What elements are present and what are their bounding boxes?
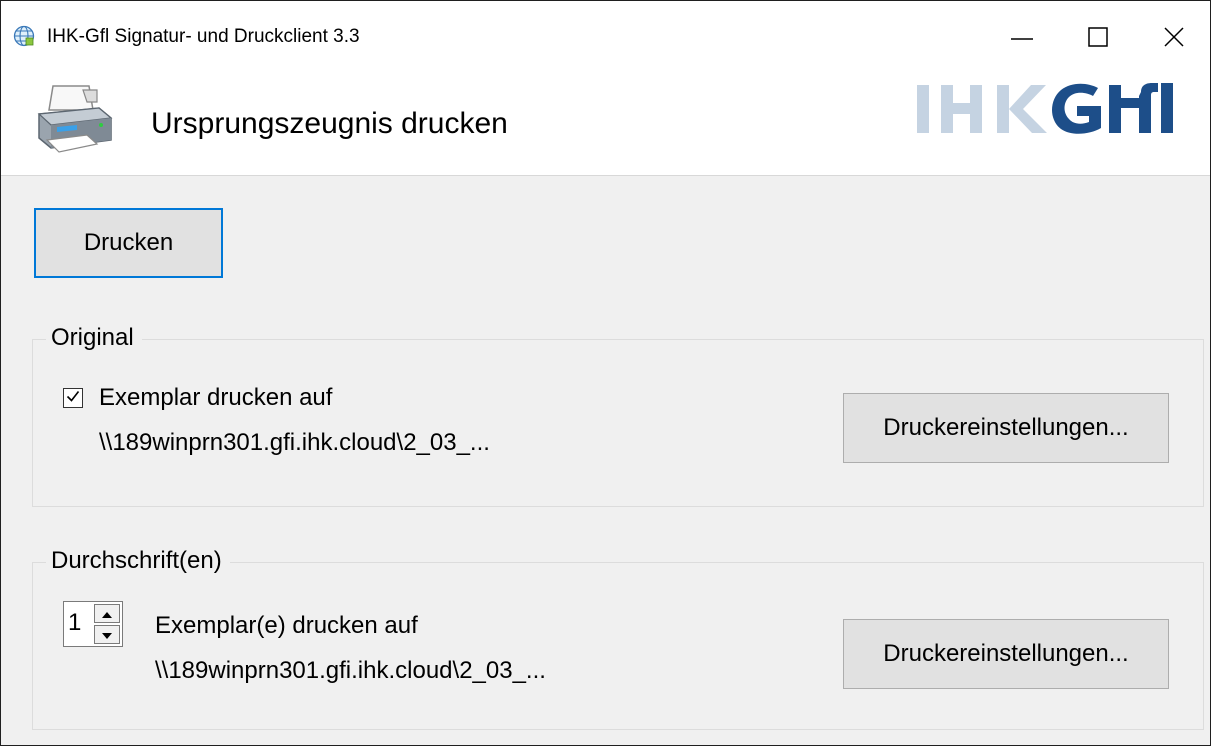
checkmark-icon — [65, 388, 81, 409]
close-icon — [1164, 27, 1184, 47]
original-printer-path: \\189winprn301.gfi.ihk.cloud\2_03_... — [99, 429, 490, 456]
arrow-down-icon — [102, 626, 112, 644]
dialog-header: Ursprungszeugnis drucken — [1, 76, 1210, 176]
title-bar[interactable]: IHK-Gfl Signatur- und Druckclient 3.3 — [1, 1, 1210, 76]
printer-icon — [31, 80, 115, 169]
arrow-up-icon — [102, 605, 112, 623]
copies-printer-path: \\189winprn301.gfi.ihk.cloud\2_03_... — [155, 657, 546, 684]
print-button[interactable]: Drucken — [34, 208, 223, 278]
maximize-button[interactable] — [1065, 13, 1131, 61]
window-title: IHK-Gfl Signatur- und Druckclient 3.3 — [47, 26, 360, 47]
copies-label: Exemplar(e) drucken auf — [155, 612, 418, 639]
original-checkbox[interactable] — [63, 388, 83, 408]
app-window: IHK-Gfl Signatur- und Druckclient 3.3 Ur… — [0, 0, 1211, 746]
stepper-up-button[interactable] — [94, 604, 120, 623]
globe-icon — [13, 25, 35, 47]
original-printer-settings-button[interactable]: Druckereinstellungen... — [843, 393, 1169, 463]
maximize-icon — [1088, 27, 1108, 47]
ihk-gfl-logo — [911, 78, 1186, 155]
copies-group-label: Durchschrift(en) — [46, 547, 230, 575]
stepper-down-button[interactable] — [94, 625, 120, 644]
copies-count-value[interactable]: 1 — [68, 609, 81, 637]
original-group-label: Original — [46, 324, 142, 352]
minimize-icon — [1011, 26, 1033, 48]
copies-count-stepper[interactable]: 1 — [63, 601, 123, 647]
close-button[interactable] — [1141, 13, 1207, 61]
minimize-button[interactable] — [989, 13, 1055, 61]
copies-printer-settings-button[interactable]: Druckereinstellungen... — [843, 619, 1169, 689]
page-title: Ursprungszeugnis drucken — [151, 107, 508, 140]
original-checkbox-label[interactable]: Exemplar drucken auf — [99, 384, 332, 412]
